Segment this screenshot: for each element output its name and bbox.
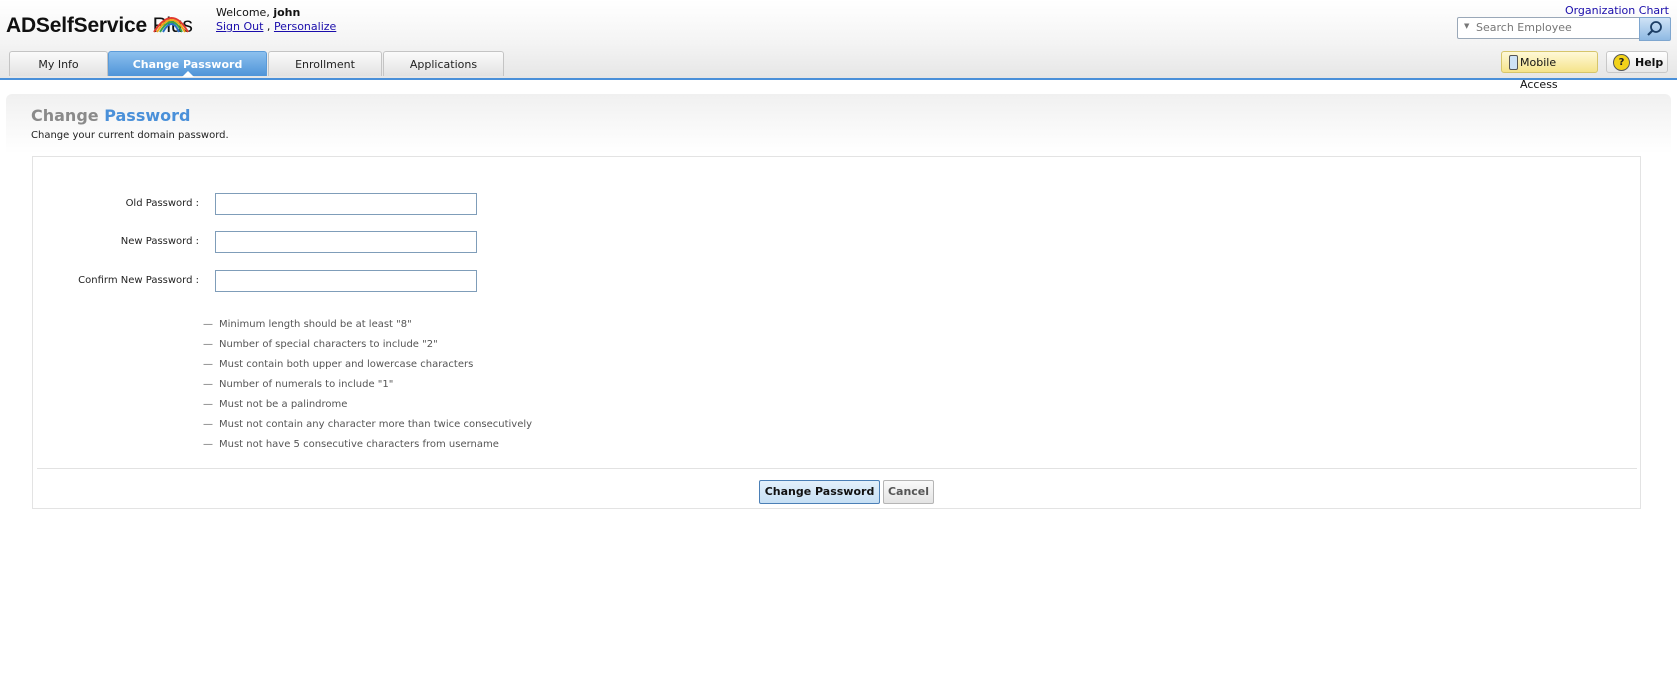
cancel-button[interactable]: Cancel: [883, 480, 934, 504]
logo-arc-icon: [153, 17, 189, 33]
mobile-access-button[interactable]: Mobile Access: [1501, 51, 1598, 91]
old-password-field[interactable]: [215, 193, 477, 215]
employee-search: ▼: [1457, 17, 1671, 41]
help-icon: ?: [1613, 54, 1630, 71]
personalize-link[interactable]: Personalize: [274, 20, 336, 33]
user-links: Sign Out , Personalize: [216, 20, 337, 33]
tab-my-info[interactable]: My Info: [9, 51, 108, 76]
tab-applications[interactable]: Applications: [383, 51, 504, 76]
username: john: [273, 6, 301, 19]
policy-rule: — Must not contain any character more tha…: [203, 419, 533, 430]
sign-out-link[interactable]: Sign Out: [216, 20, 263, 33]
page-title: Change Password: [31, 106, 191, 125]
policy-rule: — Number of numerals to include "1": [203, 379, 394, 390]
confirm-password-field[interactable]: [215, 270, 477, 292]
search-input[interactable]: [1476, 19, 1636, 35]
search-button[interactable]: [1639, 17, 1671, 41]
mobile-phone-icon: [1509, 55, 1518, 70]
policy-rule: — Must not be a palindrome: [203, 399, 348, 410]
organization-chart-link[interactable]: Organization Chart: [1565, 4, 1669, 17]
change-password-button[interactable]: Change Password: [759, 480, 880, 504]
old-password-label: Old Password :: [125, 198, 199, 209]
welcome-text: Welcome, john: [216, 6, 301, 19]
search-dropdown-icon[interactable]: ▼: [1464, 22, 1469, 30]
help-button[interactable]: ? Help: [1606, 51, 1668, 73]
tab-change-password[interactable]: Change Password: [108, 51, 267, 77]
policy-rule: — Must not have 5 consecutive characters …: [203, 439, 499, 450]
policy-rule: — Minimum length should be at least "8": [203, 319, 412, 330]
search-icon: [1647, 21, 1662, 36]
form-divider: [37, 468, 1637, 469]
policy-rule: — Must contain both upper and lowercase c…: [203, 359, 474, 370]
tab-enrollment[interactable]: Enrollment: [268, 51, 382, 76]
new-password-label: New Password :: [120, 236, 199, 247]
new-password-field[interactable]: [215, 231, 477, 253]
active-tab-notch: [181, 71, 194, 77]
page-subtitle: Change your current domain password.: [31, 130, 229, 141]
policy-rule: — Number of special characters to include…: [203, 339, 438, 350]
confirm-password-label: Confirm New Password :: [78, 275, 199, 286]
app-header: ADSelfService Plus Welcome, john Sign Ou…: [0, 0, 1677, 91]
